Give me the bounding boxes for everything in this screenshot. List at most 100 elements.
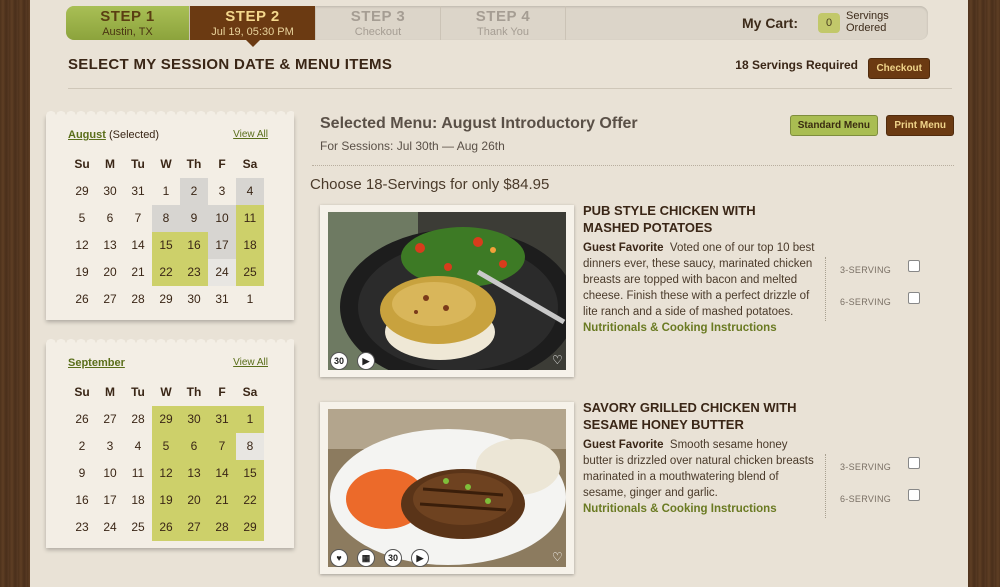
calendar-day: 8 [152, 205, 180, 232]
serving-6-checkbox[interactable] [908, 489, 920, 501]
calendar-august: August (Selected) View All Su M Tu W Th … [46, 110, 294, 320]
servings-offer: Choose 18-Servings for only $84.95 [310, 176, 550, 193]
calendar-day: 18 [131, 493, 145, 507]
menu-item-photo-frame[interactable]: 30 ▶ ♡ [320, 205, 574, 377]
calendar-day: 25 [131, 520, 145, 534]
thirty-minute-icon[interactable]: 30 [384, 549, 402, 567]
calendar-day[interactable]: 23 [180, 259, 208, 286]
weekday-label: Th [186, 157, 202, 171]
calendar-day[interactable]: 27 [180, 514, 208, 541]
calendar-day[interactable]: 31 [208, 406, 236, 433]
page: STEP 1 Austin, TX STEP 2 Jul 19, 05:30 P… [30, 0, 968, 587]
calendar-august-header: August (Selected) View All [46, 115, 294, 141]
title-row: SELECT MY SESSION DATE & MENU ITEMS 18 S… [68, 56, 930, 79]
print-menu-button[interactable]: Print Menu [886, 115, 954, 136]
calendar-day[interactable]: 5 [152, 433, 180, 460]
calendar-day: 28 [131, 292, 145, 306]
calendar-day[interactable]: 30 [180, 406, 208, 433]
serving-6-checkbox[interactable] [908, 292, 920, 304]
calendar-day[interactable]: 18 [236, 232, 264, 259]
nutritionals-link[interactable]: Nutritionals & Cooking Instructions [583, 320, 819, 336]
video-icon[interactable]: ▶ [357, 352, 375, 370]
calendar-week-row: 19 20 21 22 23 24 25 [68, 259, 264, 286]
step-1-subtitle: Austin, TX [102, 26, 153, 38]
calendar-day: 17 [208, 232, 236, 259]
menu-item-photo-frame[interactable]: ♥ ▦ 30 ▶ ♡ [320, 402, 574, 574]
calendar-month-link[interactable]: August [68, 129, 106, 141]
calendar-day: 24 [103, 520, 117, 534]
calendar-day[interactable]: 21 [208, 487, 236, 514]
calendar-day[interactable]: 7 [208, 433, 236, 460]
calendar-day[interactable]: 20 [180, 487, 208, 514]
calendar-day[interactable]: 11 [236, 205, 264, 232]
heart-health-icon[interactable]: ♥ [330, 549, 348, 567]
calendar-day: 4 [134, 439, 142, 453]
thirty-minute-icon[interactable]: 30 [330, 352, 348, 370]
view-all-link[interactable]: View All [233, 357, 268, 368]
checkout-button[interactable]: Checkout [868, 58, 930, 79]
calendar-day[interactable]: 13 [180, 460, 208, 487]
favorite-heart-icon[interactable]: ♡ [552, 353, 563, 367]
step-3-subtitle: Checkout [354, 26, 402, 38]
grill-icon[interactable]: ▦ [357, 549, 375, 567]
calendar-day: 2 [78, 439, 86, 453]
header-divider [68, 88, 952, 89]
calendar-day[interactable]: 15 [152, 232, 180, 259]
calendar-day: 29 [75, 184, 89, 198]
calendar-day[interactable]: 28 [208, 514, 236, 541]
calendar-weekday-row: Su M Tu W Th F Sa [68, 151, 264, 178]
serving-options: 3-SERVING 6-SERVING [825, 454, 925, 518]
calendar-september-header: September View All [46, 343, 294, 369]
calendar-day: 20 [103, 265, 117, 279]
step-progress-bar: STEP 1 Austin, TX STEP 2 Jul 19, 05:30 P… [66, 6, 928, 47]
step-2[interactable]: STEP 2 Jul 19, 05:30 PM [190, 6, 316, 47]
step-2-number: STEP 2 [225, 8, 280, 25]
calendar-day[interactable]: 15 [236, 460, 264, 487]
calendar-day: 7 [134, 211, 142, 225]
nutritionals-link[interactable]: Nutritionals & Cooking Instructions [583, 501, 819, 517]
calendar-day[interactable]: 22 [236, 487, 264, 514]
menu-header: Selected Menu: August Introductory Offer… [320, 115, 956, 153]
calendar-day: 3 [218, 184, 226, 198]
step-1-number: STEP 1 [100, 8, 155, 25]
calendar-day[interactable]: 29 [236, 514, 264, 541]
calendar-day[interactable]: 29 [152, 406, 180, 433]
favorite-heart-icon[interactable]: ♡ [552, 550, 563, 564]
menu-item-description: Guest Favorite Smooth sesame honey butte… [583, 437, 819, 517]
step-4-subtitle: Thank You [477, 26, 529, 38]
calendar-day[interactable]: 6 [180, 433, 208, 460]
weekday-label: Th [186, 385, 202, 399]
calendar-day[interactable]: 1 [236, 406, 264, 433]
weekday-label: Tu [131, 157, 145, 171]
serving-option-3: 3-SERVING [840, 257, 925, 289]
calendar-day: 29 [159, 292, 173, 306]
calendar-month-link[interactable]: September [68, 357, 125, 369]
calendar-week-row: 16 17 18 19 20 21 22 [68, 487, 264, 514]
video-icon[interactable]: ▶ [411, 549, 429, 567]
calendar-day: 12 [75, 238, 89, 252]
step-1[interactable]: STEP 1 Austin, TX [66, 6, 190, 40]
calendar-day: 30 [187, 292, 201, 306]
standard-menu-button[interactable]: Standard Menu [789, 115, 878, 136]
cart-servings-line1: Servings [846, 10, 889, 22]
calendar-day: 2 [180, 178, 208, 205]
calendar-day[interactable]: 25 [236, 259, 264, 286]
serving-3-checkbox[interactable] [908, 260, 920, 272]
serving-3-checkbox[interactable] [908, 457, 920, 469]
menu-item-tag: Guest Favorite [583, 242, 664, 254]
calendar-day: 26 [75, 292, 89, 306]
view-all-link[interactable]: View All [233, 129, 268, 140]
calendar-day[interactable]: 26 [152, 514, 180, 541]
calendar-day: 3 [106, 439, 114, 453]
calendar-day[interactable]: 12 [152, 460, 180, 487]
calendar-day[interactable]: 19 [152, 487, 180, 514]
menu-item-description: Guest Favorite Voted one of our top 10 b… [583, 240, 819, 336]
calendar-day[interactable]: 22 [152, 259, 180, 286]
weekday-label: M [105, 157, 115, 171]
calendar-day[interactable]: 16 [180, 232, 208, 259]
calendar-day[interactable]: 14 [208, 460, 236, 487]
calendar-day: 5 [78, 211, 86, 225]
wood-border-right [968, 0, 1000, 587]
step-3-number: STEP 3 [350, 8, 406, 25]
calendar-day: 19 [75, 265, 89, 279]
